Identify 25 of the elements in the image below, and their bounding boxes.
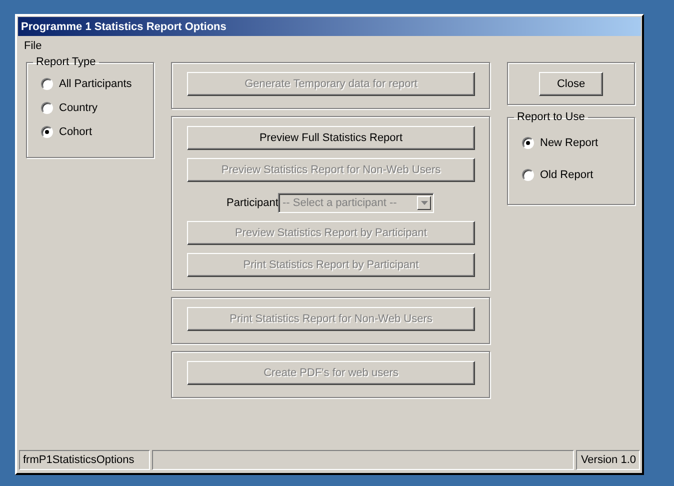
status-version: Version 1.0: [576, 450, 640, 470]
radio-button[interactable]: [522, 137, 534, 149]
menu-item[interactable]: File: [21, 40, 45, 52]
radio-label: All Participants: [59, 78, 132, 90]
report-button: Preview Statistics Report by Participant: [187, 221, 475, 245]
report-button[interactable]: Preview Full Statistics Report: [187, 126, 475, 150]
group-title: Report to Use: [516, 111, 586, 123]
report-button: Print Statistics Report for Non-Web Users: [187, 307, 475, 331]
field-label: Participant: [226, 197, 278, 209]
radio-button[interactable]: [41, 102, 53, 114]
radio-label: Country: [59, 102, 98, 114]
radio-label: New Report: [540, 137, 598, 149]
status-form-name: frmP1StatisticsOptions: [19, 450, 150, 470]
report-button: Preview Statistics Report for Non-Web Users: [187, 158, 475, 182]
radio-label: Old Report: [540, 169, 594, 181]
group-title: Report Type: [35, 56, 97, 68]
close-button[interactable]: Close: [539, 72, 603, 96]
report-button: Create PDF's for web users: [187, 361, 475, 385]
radio-button[interactable]: [41, 126, 53, 138]
radio-button[interactable]: [522, 169, 534, 181]
report-button: Print Statistics Report by Participant: [187, 253, 475, 277]
report-button: Generate Temporary data for report: [187, 72, 475, 96]
radio-label: Cohort: [59, 126, 92, 138]
radio-button[interactable]: [41, 78, 53, 90]
window-title: Programme 1 Statistics Report Options: [21, 20, 226, 32]
